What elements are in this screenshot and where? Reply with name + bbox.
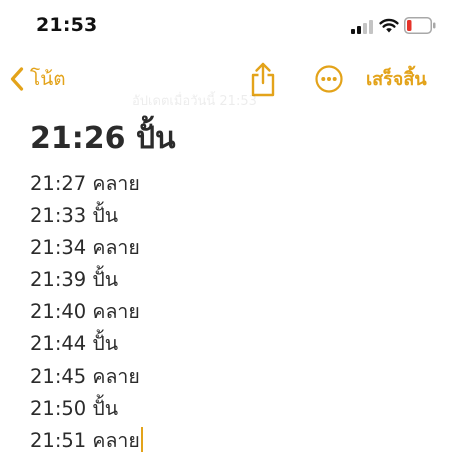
- note-line: 21:44 ปั้น: [30, 332, 119, 356]
- text-cursor: [140, 426, 144, 452]
- note-date-caption: อัปเดตเมื่อวันนี้ 21:53: [132, 94, 257, 109]
- note-lines: 21:27 คลาย 21:33 ปั้น 21:34 คลาย 21:39 ป…: [30, 168, 430, 457]
- wifi-icon: [379, 18, 399, 33]
- note-line: 21:45 คลาย: [30, 364, 140, 388]
- note-line: 21:34 คลาย: [30, 236, 140, 260]
- cellular-signal-icon: [351, 20, 373, 34]
- note-line: 21:40 คลาย: [30, 300, 140, 324]
- more-button[interactable]: [314, 64, 344, 94]
- note-line: 21:50 ปั้น: [30, 396, 119, 420]
- more-ellipsis-icon: [315, 65, 343, 93]
- chevron-left-icon: [10, 67, 24, 91]
- note-editor[interactable]: 21:26 ปั้น 21:27 คลาย 21:33 ปั้น 21:34 ค…: [30, 116, 430, 457]
- back-button[interactable]: โน้ต: [10, 60, 66, 98]
- status-time: 21:53: [36, 14, 98, 36]
- back-label: โน้ต: [30, 68, 66, 90]
- note-line: 21:39 ปั้น: [30, 268, 119, 292]
- status-bar: 21:53: [0, 0, 450, 54]
- note-title: 21:26 ปั้น: [30, 121, 176, 156]
- note-line: 21:27 คลาย: [30, 172, 140, 195]
- done-button[interactable]: เสร็จสิ้น: [366, 64, 427, 93]
- note-line: 21:51 คลาย: [30, 425, 430, 457]
- battery-low-icon: [404, 17, 436, 34]
- note-line: 21:33 ปั้น: [30, 204, 119, 228]
